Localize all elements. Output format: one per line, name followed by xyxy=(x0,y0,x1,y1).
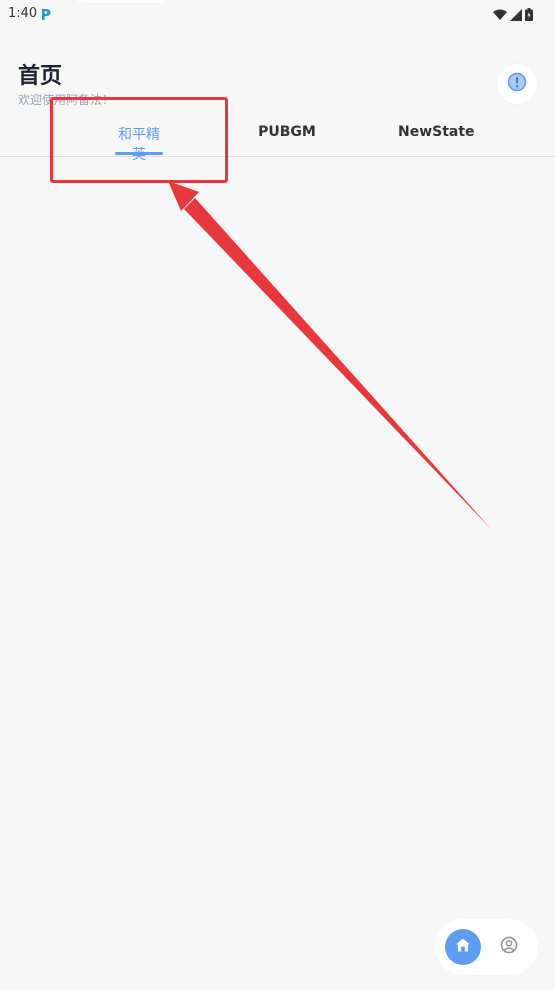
bottom-nav xyxy=(435,919,538,975)
battery-icon xyxy=(525,6,533,25)
status-bar: 1:40 xyxy=(0,0,555,28)
app-notification-icon xyxy=(40,6,52,20)
status-icons xyxy=(493,6,533,25)
tab-newstate[interactable]: NewState xyxy=(398,124,475,140)
signal-icon xyxy=(510,6,522,25)
home-icon xyxy=(455,937,471,957)
profile-icon xyxy=(500,936,518,958)
status-time: 1:40 xyxy=(8,6,38,21)
annotation-highlight-box xyxy=(50,97,228,183)
info-button[interactable] xyxy=(497,64,537,104)
info-icon xyxy=(507,72,527,96)
tab-pubgm[interactable]: PUBGM xyxy=(255,124,319,140)
nav-home-button[interactable] xyxy=(445,929,481,965)
wifi-icon xyxy=(493,6,507,25)
nav-profile-button[interactable] xyxy=(498,936,520,958)
page-title: 首页 xyxy=(18,64,63,89)
status-notch xyxy=(78,0,164,3)
